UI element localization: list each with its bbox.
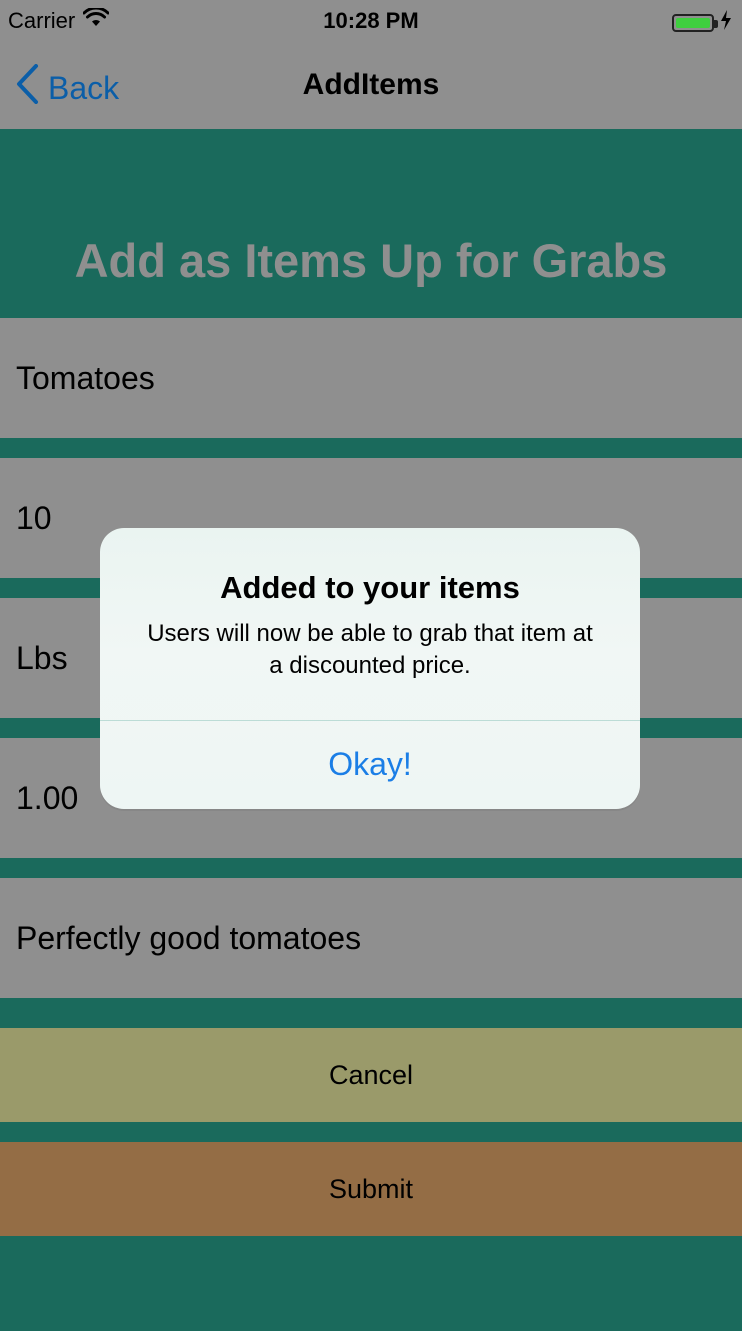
- okay-button[interactable]: Okay!: [100, 720, 640, 809]
- alert-dialog: Added to your items Users will now be ab…: [100, 528, 640, 809]
- alert-title: Added to your items: [220, 570, 520, 605]
- alert-message: Users will now be able to grab that item…: [147, 620, 593, 679]
- screen: Carrier 10:28 PM Back AddItems Add as It…: [0, 0, 742, 1331]
